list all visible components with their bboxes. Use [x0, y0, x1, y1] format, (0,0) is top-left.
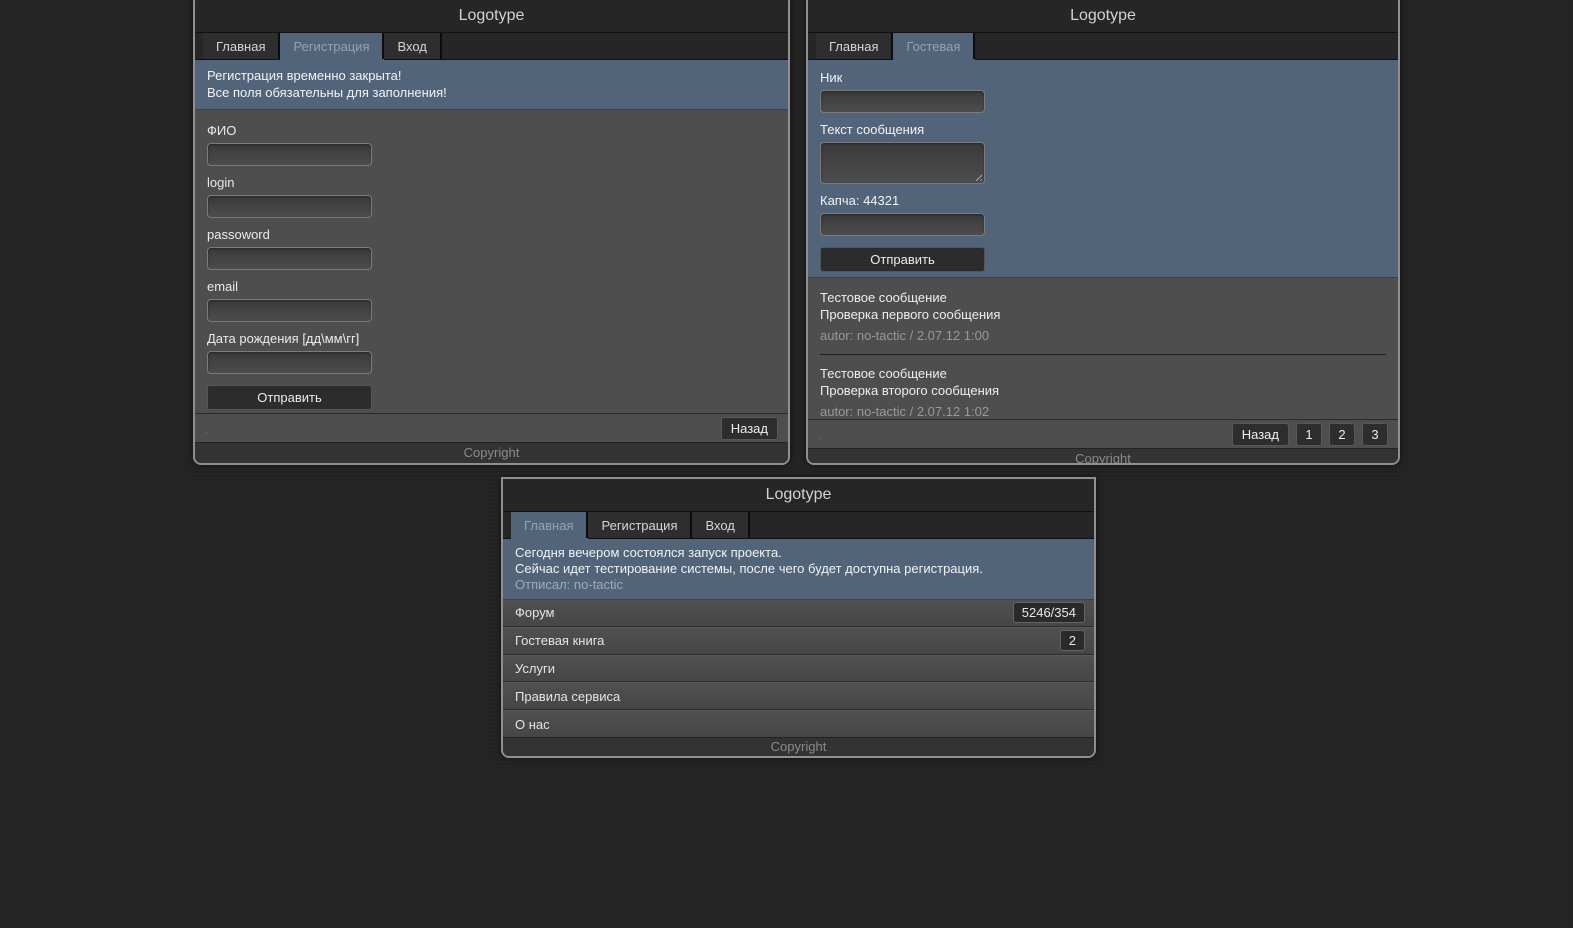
message-body: Проверка второго сообщения [820, 382, 1386, 399]
tab-home[interactable]: Главная [203, 33, 280, 59]
menu-item-services[interactable]: Услуги [503, 655, 1094, 683]
field-email: email [207, 279, 788, 322]
menu-label: Услуги [515, 661, 555, 676]
menu-item-rules[interactable]: Правила сервиса [503, 682, 1094, 710]
message-item: Тестовое сообщение Проверка второго сооб… [820, 365, 1386, 419]
field-captcha: Капча: 44321 [820, 193, 1398, 236]
copyright-bar: Copyright [503, 737, 1094, 756]
panel-footer: . Назад 1 2 3 [808, 419, 1398, 448]
birthdate-label: Дата рождения [дд\мм\гг] [207, 331, 788, 346]
guestbook-panel: Logotype Главная Гостевая Ник Текст сооб… [806, 0, 1400, 465]
notice-line: Сейчас идет тестирование системы, после … [515, 561, 1082, 577]
tabbar: Главная Регистрация Вход [503, 512, 1094, 539]
message-body: Проверка первого сообщения [820, 306, 1386, 323]
logo-title: Logotype [503, 479, 1094, 512]
message-meta: autor: no-tactic / 2.07.12 1:02 [820, 404, 1386, 419]
email-input[interactable] [207, 299, 372, 322]
registration-form: ФИО login passoword email Дата рождения … [195, 110, 788, 413]
counter-badge: 2 [1060, 630, 1085, 651]
copyright-bar: Copyright [195, 442, 788, 463]
registration-panel: Logotype Главная Регистрация Вход Регист… [193, 0, 790, 465]
menu-label: О нас [515, 717, 550, 732]
menu-item-forum[interactable]: Форум 5246/354 [503, 600, 1094, 627]
field-birthdate: Дата рождения [дд\мм\гг] [207, 331, 788, 374]
registration-notice: Регистрация временно закрыта! Все поля о… [195, 60, 788, 110]
submit-button[interactable]: Отправить [207, 385, 372, 410]
back-button[interactable]: Назад [1232, 423, 1289, 446]
tab-registration[interactable]: Регистрация [280, 33, 384, 59]
copyright-bar: Copyright [808, 448, 1398, 465]
tab-login[interactable]: Вход [384, 33, 441, 59]
back-button[interactable]: Назад [721, 417, 778, 440]
password-input[interactable] [207, 247, 372, 270]
tab-home[interactable]: Главная [511, 512, 588, 538]
tab-guestbook[interactable]: Гостевая [893, 33, 975, 59]
notice-line: Сегодня вечером состоялся запуск проекта… [515, 545, 1082, 561]
login-input[interactable] [207, 195, 372, 218]
email-label: email [207, 279, 788, 294]
message-textarea-wrap [820, 142, 985, 184]
guestbook-form: Ник Текст сообщения Капча: 44321 Отправи… [808, 60, 1398, 278]
tab-login[interactable]: Вход [692, 512, 749, 538]
counter-badge: 5246/354 [1013, 602, 1085, 623]
field-login: login [207, 175, 788, 218]
tab-registration[interactable]: Регистрация [588, 512, 692, 538]
login-label: login [207, 175, 788, 190]
message-title: Тестовое сообщение [820, 365, 1386, 382]
field-message: Текст сообщения [820, 122, 1398, 184]
message-title: Тестовое сообщение [820, 289, 1386, 306]
submit-button[interactable]: Отправить [820, 247, 985, 272]
home-panel: Logotype Главная Регистрация Вход Сегодн… [501, 477, 1096, 758]
main-menu: Форум 5246/354 Гостевая книга 2 Услуги П… [503, 600, 1094, 737]
message-textarea[interactable] [820, 142, 985, 184]
menu-label: Форум [515, 605, 555, 620]
menu-label: Гостевая книга [515, 633, 604, 648]
tabbar: Главная Регистрация Вход [195, 33, 788, 60]
footer-dot: . [818, 427, 822, 442]
fio-label: ФИО [207, 123, 788, 138]
guestbook-messages: Тестовое сообщение Проверка первого сооб… [808, 278, 1398, 419]
message-label: Текст сообщения [820, 122, 1398, 137]
panel-footer: . Назад [195, 413, 788, 442]
fio-input[interactable] [207, 143, 372, 166]
message-meta: autor: no-tactic / 2.07.12 1:00 [820, 328, 1386, 343]
page-button-3[interactable]: 3 [1362, 423, 1388, 446]
message-divider [820, 354, 1386, 355]
menu-item-about[interactable]: О нас [503, 710, 1094, 737]
page-button-1[interactable]: 1 [1296, 423, 1322, 446]
news-notice: Сегодня вечером состоялся запуск проекта… [503, 539, 1094, 600]
logo-title: Logotype [195, 0, 788, 33]
nick-label: Ник [820, 70, 1398, 85]
tab-home[interactable]: Главная [816, 33, 893, 59]
tabbar: Главная Гостевая [808, 33, 1398, 60]
field-nick: Ник [820, 70, 1398, 113]
notice-line: Регистрация временно закрыта! [207, 67, 776, 84]
notice-line: Все поля обязательны для заполнения! [207, 84, 776, 101]
footer-dot: . [205, 421, 209, 436]
nick-input[interactable] [820, 90, 985, 113]
menu-item-guestbook[interactable]: Гостевая книга 2 [503, 627, 1094, 655]
captcha-input[interactable] [820, 213, 985, 236]
menu-label: Правила сервиса [515, 689, 620, 704]
password-label: passoword [207, 227, 788, 242]
field-password: passoword [207, 227, 788, 270]
notice-author: Отписал: no-tactic [515, 577, 1082, 593]
message-item: Тестовое сообщение Проверка первого сооб… [820, 289, 1386, 343]
logo-title: Logotype [808, 0, 1398, 33]
birthdate-input[interactable] [207, 351, 372, 374]
captcha-label: Капча: 44321 [820, 193, 1398, 208]
page-button-2[interactable]: 2 [1329, 423, 1355, 446]
field-fio: ФИО [207, 123, 788, 166]
